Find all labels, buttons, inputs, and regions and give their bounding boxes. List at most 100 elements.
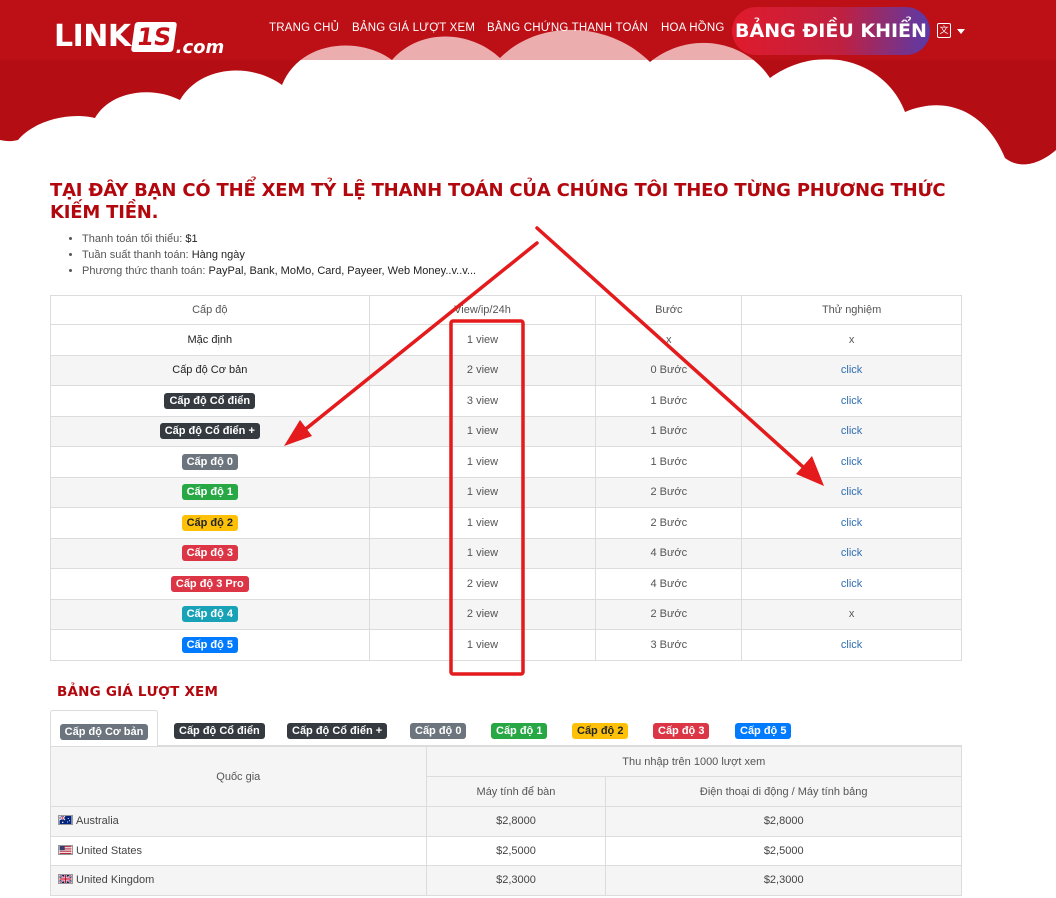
- steps-cell: 3 Bước: [595, 629, 743, 661]
- logo-domain: .com: [175, 37, 225, 58]
- tab-level-5[interactable]: Cấp độ 5: [735, 710, 792, 746]
- tab-label: Cấp độ 0: [410, 723, 467, 739]
- views-cell: 1 view: [368, 507, 597, 539]
- trial-cell: x: [741, 324, 962, 356]
- trial-cell: click: [741, 446, 962, 478]
- caret-down-icon: [957, 29, 965, 34]
- mobile-rate: $2,3000: [605, 865, 962, 896]
- language-dropdown[interactable]: 文: [937, 22, 967, 40]
- header-steps: Bước: [595, 295, 743, 325]
- level-badge: Cấp độ 2: [181, 514, 239, 531]
- trial-cell: click: [741, 507, 962, 539]
- tab-label: Cấp độ Cơ bản: [59, 724, 149, 740]
- table-row: Cấp độ 4 2 view 2 Bước x: [50, 598, 962, 630]
- level-badge: Mặc định: [187, 333, 233, 346]
- table-row: Cấp độ Cổ điển 3 view 1 Bước click: [50, 385, 962, 417]
- level-badge: Cấp độ 0: [181, 453, 239, 470]
- views-cell: 3 view: [368, 385, 597, 417]
- level-cell: Cấp độ 5: [50, 629, 370, 661]
- steps-cell: 4 Bước: [595, 568, 743, 600]
- level-badge: Cấp độ 4: [181, 606, 239, 623]
- trial-link[interactable]: click: [841, 639, 862, 651]
- steps-cell: 2 Bước: [595, 598, 743, 630]
- tab-basic[interactable]: Cấp độ Cơ bản: [50, 710, 158, 747]
- mobile-rate: $2,5000: [605, 835, 962, 866]
- level-badge: Cấp độ 1: [181, 484, 239, 501]
- trial-link[interactable]: click: [841, 425, 862, 437]
- tab-level-0[interactable]: Cấp độ 0: [410, 710, 467, 746]
- views-cell: 2 view: [368, 354, 597, 386]
- table-row: United Kingdom $2,3000 $2,3000: [50, 865, 962, 896]
- info-frequency: Tuần suất thanh toán: Hàng ngày: [82, 247, 476, 263]
- steps-cell: 2 Bước: [595, 476, 743, 508]
- table-row: Mặc định 1 view x x: [50, 324, 962, 356]
- dashboard-button[interactable]: BẢNG ĐIỀU KHIỂN: [732, 7, 930, 55]
- trial-cell: click: [741, 629, 962, 661]
- table-header-row: Cấp độ View/ip/24h Bước Thử nghiệm: [50, 295, 962, 325]
- tab-classic[interactable]: Cấp độ Cổ điển: [174, 710, 265, 746]
- nav-view-rates[interactable]: BẢNG GIÁ LƯỢT XEM: [352, 22, 475, 34]
- steps-cell: 0 Bước: [595, 354, 743, 386]
- trial-link[interactable]: click: [841, 395, 862, 407]
- logo-text: LINK: [54, 19, 131, 54]
- nav-commission[interactable]: HOA HỒNG: [661, 22, 725, 34]
- pricing-table: Quốc gia Thu nhập trên 1000 lượt xem Máy…: [50, 746, 963, 896]
- trial-link[interactable]: click: [841, 517, 862, 529]
- table-row: Cấp độ 5 1 view 3 Bước click: [50, 629, 962, 661]
- uk-flag-icon: [58, 874, 73, 885]
- page-title: TẠI ĐÂY BẠN CÓ THỂ XEM TỶ LỆ THANH TOÁN …: [50, 180, 946, 223]
- desktop-rate: $2,8000: [425, 806, 607, 837]
- table-row: Australia $2,8000 $2,8000: [50, 806, 962, 837]
- trial-unavailable: x: [848, 333, 855, 346]
- table-row: Cấp độ 1 1 view 2 Bước click: [50, 476, 962, 508]
- trial-link[interactable]: click: [841, 578, 862, 590]
- header: LINK 1S .com TRANG CHỦ BẢNG GIÁ LƯỢT XEM…: [0, 0, 1056, 175]
- steps-cell: 1 Bước: [595, 385, 743, 417]
- level-tabs: Cấp độ Cơ bản Cấp độ Cổ điển Cấp độ Cổ đ…: [50, 710, 962, 747]
- trial-link[interactable]: click: [841, 364, 862, 376]
- level-cell: Cấp độ 4: [50, 598, 370, 630]
- header-level: Cấp độ: [50, 295, 370, 325]
- nav-home[interactable]: TRANG CHỦ: [269, 22, 339, 34]
- tab-level-2[interactable]: Cấp độ 2: [572, 710, 629, 746]
- payment-info-list: Thanh toán tối thiểu: $1 Tuần suất thanh…: [82, 231, 476, 279]
- level-cell: Cấp độ Cổ điển: [50, 385, 370, 417]
- level-cell: Cấp độ 0: [50, 446, 370, 478]
- views-cell: 1 view: [368, 324, 597, 356]
- trial-cell: click: [741, 415, 962, 447]
- steps-cell: 1 Bước: [595, 415, 743, 447]
- table-row: Cấp độ 0 1 view 1 Bước click: [50, 446, 962, 478]
- header-desktop: Máy tính để bàn: [425, 776, 607, 807]
- country-name: United Kingdom: [76, 874, 155, 887]
- info-label: Tuần suất thanh toán:: [82, 249, 192, 261]
- level-cell: Cấp độ 1: [50, 476, 370, 508]
- level-badge: Cấp độ 3: [181, 545, 239, 562]
- tab-level-1[interactable]: Cấp độ 1: [491, 710, 548, 746]
- header-mobile: Điện thoại di động / Máy tính bảng: [605, 776, 962, 807]
- trial-link[interactable]: click: [841, 456, 862, 468]
- tab-classic-plus[interactable]: Cấp độ Cổ điển +: [287, 710, 388, 746]
- table-row: Cấp độ Cổ điển + 1 view 1 Bước click: [50, 415, 962, 447]
- views-cell: 2 view: [368, 568, 597, 600]
- logo-is: 1S: [130, 22, 177, 52]
- level-badge: Cấp độ 5: [181, 636, 239, 653]
- trial-link[interactable]: click: [841, 547, 862, 559]
- info-label: Thanh toán tối thiểu:: [82, 233, 186, 245]
- tab-label: Cấp độ Cổ điển +: [287, 723, 388, 739]
- trial-cell: click: [741, 385, 962, 417]
- level-table: Cấp độ View/ip/24h Bước Thử nghiệm Mặc đ…: [50, 295, 962, 661]
- nav-payment-proof[interactable]: BẰNG CHỨNG THANH TOÁN: [487, 22, 648, 34]
- us-flag-icon: [58, 844, 73, 855]
- mobile-rate: $2,8000: [605, 806, 962, 837]
- level-cell: Mặc định: [50, 324, 370, 356]
- level-cell: Cấp độ Cơ bản: [50, 354, 370, 386]
- tab-level-3[interactable]: Cấp độ 3: [653, 710, 710, 746]
- steps-cell: 1 Bước: [595, 446, 743, 478]
- info-value: Hàng ngày: [191, 249, 245, 261]
- site-logo[interactable]: LINK 1S .com: [54, 10, 225, 58]
- trial-link[interactable]: click: [841, 486, 862, 498]
- table-row: Cấp độ 3 Pro 2 view 4 Bước click: [50, 568, 962, 600]
- tab-label: Cấp độ 3: [653, 723, 710, 739]
- table-header-row: Quốc gia Thu nhập trên 1000 lượt xem: [50, 746, 963, 807]
- tab-label: Cấp độ 2: [572, 723, 629, 739]
